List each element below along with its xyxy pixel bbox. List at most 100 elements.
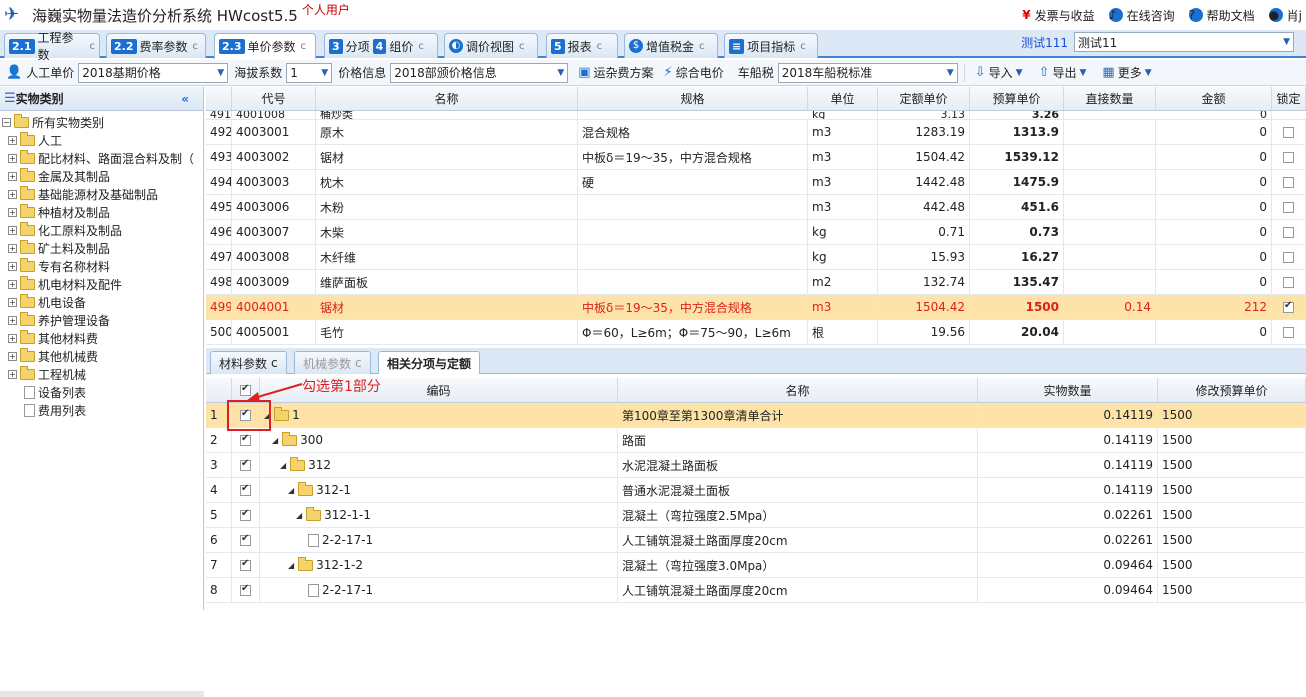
price-info-dropdown[interactable]: 2018部颁价格信息 ▼ bbox=[390, 62, 569, 83]
collapse-icon[interactable]: « bbox=[181, 92, 189, 106]
help-button[interactable]: ? 帮助文档 bbox=[1188, 7, 1255, 24]
lock-checkbox[interactable] bbox=[1283, 300, 1294, 313]
table-row[interactable]: 3 ◢312水泥混凝土路面板0.141191500 bbox=[206, 453, 1306, 478]
tree-item[interactable]: + 人工 bbox=[0, 131, 203, 149]
tab-adjust-view[interactable]: ◐ 调价视图 c bbox=[444, 33, 538, 58]
tab-machine-params[interactable]: 机械参数 c bbox=[294, 351, 371, 374]
tree-item[interactable]: + 化工原料及制品 bbox=[0, 221, 203, 239]
table-row[interactable]: 2 ◢300路面0.141191500 bbox=[206, 428, 1306, 453]
tab-fee-params[interactable]: 2.2 费率参数 c bbox=[106, 33, 206, 58]
expand-toggle-icon[interactable]: + bbox=[8, 207, 17, 217]
tab-material-params[interactable]: 材料参数 c bbox=[210, 351, 287, 374]
import-button[interactable]: ⇩ 导入 ▼ bbox=[975, 64, 1023, 81]
collapse-toggle-icon[interactable]: − bbox=[2, 117, 11, 127]
vehicle-tax-dropdown[interactable]: 2018车船税标准 ▼ bbox=[777, 62, 958, 83]
expand-triangle-icon[interactable]: ◢ bbox=[280, 461, 286, 470]
invoice-button[interactable]: ¥ 发票与收益 bbox=[1022, 7, 1094, 24]
horizontal-scrollbar[interactable] bbox=[0, 691, 204, 697]
expand-toggle-icon[interactable]: + bbox=[8, 135, 17, 145]
labor-price-dropdown[interactable]: 2018基期价格 ▼ bbox=[78, 62, 229, 83]
expand-toggle-icon[interactable]: + bbox=[8, 351, 17, 361]
lock-checkbox[interactable] bbox=[1283, 326, 1294, 338]
table-row[interactable]: 5 ◢312-1-1混凝土（弯拉强度2.5Mpa）0.022611500 bbox=[206, 503, 1306, 528]
tab-project-index[interactable]: ≡ 项目指标 c bbox=[724, 33, 818, 58]
tree-item[interactable]: + 矿土料及制品 bbox=[0, 239, 203, 257]
expand-triangle-icon[interactable]: ◢ bbox=[288, 486, 294, 495]
col-header-no bbox=[206, 87, 232, 110]
tree-item-fee-list[interactable]: 费用列表 bbox=[0, 401, 203, 419]
cell-lock bbox=[1272, 195, 1306, 219]
lock-checkbox[interactable] bbox=[1283, 276, 1294, 288]
table-row[interactable]: 499 4004001 锯材 中板δ＝19～35，中方混合规格 m3 1504.42 150… bbox=[206, 295, 1306, 320]
lock-checkbox[interactable] bbox=[1283, 251, 1294, 263]
more-button[interactable]: ▦ 更多 ▼ bbox=[1102, 64, 1151, 81]
freight-button[interactable]: ▣ 运杂费方案 bbox=[578, 64, 653, 81]
table-row[interactable]: 491 4001008 桶炒类 kg 3.13 3.26 0 bbox=[206, 111, 1306, 120]
table-row[interactable]: 4 ◢312-1普通水泥混凝土面板0.141191500 bbox=[206, 478, 1306, 503]
expand-toggle-icon[interactable]: + bbox=[8, 153, 17, 163]
altitude-dropdown[interactable]: 1 ▼ bbox=[286, 62, 333, 83]
project-dropdown[interactable]: 测试11 ▼ bbox=[1074, 32, 1294, 52]
tab-related-items[interactable]: 相关分项与定额 bbox=[378, 351, 481, 374]
table-row[interactable]: 1◢1第100章至第1300章清单合计0.141191500 bbox=[206, 403, 1306, 428]
row-checkbox[interactable] bbox=[240, 483, 251, 496]
tab-reports[interactable]: 5 报表 c bbox=[546, 33, 618, 58]
tree-item[interactable]: + 养护管理设备 bbox=[0, 311, 203, 329]
tree-item[interactable]: + 其他材料费 bbox=[0, 329, 203, 347]
expand-toggle-icon[interactable]: + bbox=[8, 297, 17, 307]
export-button[interactable]: ⇧ 导出 ▼ bbox=[1039, 64, 1087, 81]
table-row[interactable]: 498 4003009 维萨面板 m2 132.74 135.47 0 bbox=[206, 270, 1306, 295]
tree-item[interactable]: + 工程机械 bbox=[0, 365, 203, 383]
expand-triangle-icon[interactable]: ◢ bbox=[288, 561, 294, 570]
row-checkbox[interactable] bbox=[240, 508, 251, 521]
tab-project-params[interactable]: 2.1 工程参数 c bbox=[4, 31, 100, 62]
table-row[interactable]: 492 4003001 原木 混合规格 m3 1283.19 1313.9 0 bbox=[206, 120, 1306, 145]
tab-items-pricing[interactable]: 3 分项 4 组价 c bbox=[324, 33, 438, 58]
table-row[interactable]: 8 2-2-17-1人工铺筑混凝土路面厚度20cm0.094641500 bbox=[206, 578, 1306, 603]
tree-item[interactable]: + 种植材及制品 bbox=[0, 203, 203, 221]
table-row[interactable]: 495 4003006 木粉 m3 442.48 451.6 0 bbox=[206, 195, 1306, 220]
lock-checkbox[interactable] bbox=[1283, 151, 1294, 163]
user-button[interactable]: ● 肖j bbox=[1268, 7, 1302, 24]
tab-vat[interactable]: $ 增值税金 c bbox=[624, 33, 718, 58]
table-row[interactable]: 500 4005001 毛竹 Φ＝60，L≥6m；Φ＝75～90，L≥6m 根 19.56… bbox=[206, 320, 1306, 345]
expand-triangle-icon[interactable]: ◢ bbox=[296, 511, 302, 520]
expand-toggle-icon[interactable]: + bbox=[8, 243, 17, 253]
expand-toggle-icon[interactable]: + bbox=[8, 171, 17, 181]
row-checkbox[interactable] bbox=[240, 433, 251, 446]
expand-toggle-icon[interactable]: + bbox=[8, 225, 17, 235]
tree-item[interactable]: + 机电设备 bbox=[0, 293, 203, 311]
tree-item[interactable]: + 专有名称材料 bbox=[0, 257, 203, 275]
table-row[interactable]: 496 4003007 木柴 kg 0.71 0.73 0 bbox=[206, 220, 1306, 245]
tree-item[interactable]: + 金属及其制品 bbox=[0, 167, 203, 185]
expand-toggle-icon[interactable]: + bbox=[8, 369, 17, 379]
lock-checkbox[interactable] bbox=[1283, 226, 1294, 238]
tree-item[interactable]: + 基础能源材及基础制品 bbox=[0, 185, 203, 203]
tab-unit-price-params[interactable]: 2.3 单价参数 c bbox=[214, 33, 316, 59]
table-row[interactable]: 497 4003008 木纤维 kg 15.93 16.27 0 bbox=[206, 245, 1306, 270]
row-checkbox[interactable] bbox=[240, 558, 251, 571]
tree-item-equipment-list[interactable]: 设备列表 bbox=[0, 383, 203, 401]
expand-toggle-icon[interactable]: + bbox=[8, 315, 17, 325]
lock-checkbox[interactable] bbox=[1283, 176, 1294, 188]
table-row[interactable]: 7 ◢312-1-2混凝土（弯拉强度3.0Mpa）0.094641500 bbox=[206, 553, 1306, 578]
tree-item[interactable]: + 配比材料、路面混合料及制（ bbox=[0, 149, 203, 167]
expand-toggle-icon[interactable]: + bbox=[8, 279, 17, 289]
table-row[interactable]: 6 2-2-17-1人工铺筑混凝土路面厚度20cm0.022611500 bbox=[206, 528, 1306, 553]
consult-button[interactable]: ♪ 在线咨询 bbox=[1108, 7, 1175, 24]
power-price-button[interactable]: ⚡ 综合电价 bbox=[664, 64, 724, 81]
expand-toggle-icon[interactable]: + bbox=[8, 189, 17, 199]
expand-toggle-icon[interactable]: + bbox=[8, 261, 17, 271]
tree-item[interactable]: + 机电材料及配件 bbox=[0, 275, 203, 293]
row-checkbox[interactable] bbox=[240, 458, 251, 471]
tree-root[interactable]: − 所有实物类别 bbox=[0, 113, 203, 131]
tree-item[interactable]: + 其他机械费 bbox=[0, 347, 203, 365]
expand-toggle-icon[interactable]: + bbox=[8, 333, 17, 343]
row-checkbox[interactable] bbox=[240, 533, 251, 546]
row-checkbox[interactable] bbox=[240, 583, 251, 596]
expand-triangle-icon[interactable]: ◢ bbox=[272, 436, 278, 445]
lock-checkbox[interactable] bbox=[1283, 201, 1294, 213]
table-row[interactable]: 494 4003003 枕木硬 m3 1442.48 1475.9 0 bbox=[206, 170, 1306, 195]
table-row[interactable]: 493 4003002 锯材 中板δ＝19～35，中方混合规格 m3 1504.42 153… bbox=[206, 145, 1306, 170]
lock-checkbox[interactable] bbox=[1283, 126, 1294, 138]
